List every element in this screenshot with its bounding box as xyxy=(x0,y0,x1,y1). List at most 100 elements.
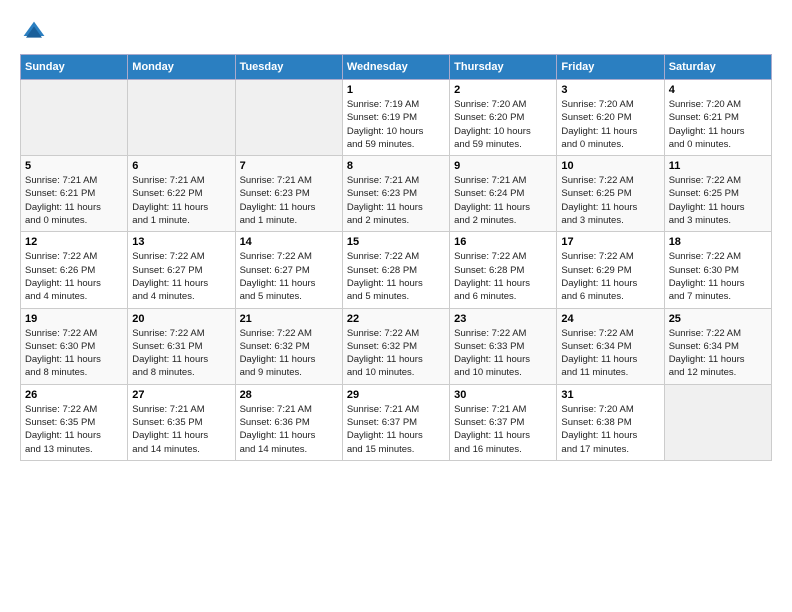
calendar-cell: 24Sunrise: 7:22 AMSunset: 6:34 PMDayligh… xyxy=(557,308,664,384)
day-info: Sunrise: 7:22 AMSunset: 6:32 PMDaylight:… xyxy=(240,327,338,380)
day-number: 4 xyxy=(669,84,767,96)
calendar-cell xyxy=(664,384,771,460)
day-number: 7 xyxy=(240,160,338,172)
calendar-cell: 21 Sunrise: 7:22 AMSunset: 6:32 PMDayligh… xyxy=(235,308,342,384)
day-info: Sunrise: 7:22 AMSunset: 6:29 PMDaylight:… xyxy=(561,250,659,303)
calendar-cell: 28 Sunrise: 7:21 AMSunset: 6:36 PMDayligh… xyxy=(235,384,342,460)
day-header-saturday: Saturday xyxy=(664,55,771,80)
day-info: Sunrise: 7:20 AMSunset: 6:38 PMDaylight:… xyxy=(561,403,659,456)
day-number: 20 xyxy=(132,313,230,325)
calendar-cell: 14 Sunrise: 7:22 AMSunset: 6:27 PMDayligh… xyxy=(235,232,342,308)
day-info: Sunrise: 7:21 AMSunset: 6:22 PMDaylight:… xyxy=(132,174,230,227)
day-info: Sunrise: 7:21 AMSunset: 6:36 PMDaylight:… xyxy=(240,403,338,456)
day-info: Sunrise: 7:20 AMSunset: 6:21 PMDaylight:… xyxy=(669,98,767,151)
day-info: Sunrise: 7:20 AMSunset: 6:20 PMDaylight:… xyxy=(561,98,659,151)
day-info: Sunrise: 7:21 AMSunset: 6:23 PMDaylight:… xyxy=(240,174,338,227)
logo-icon xyxy=(22,20,46,44)
day-header-monday: Monday xyxy=(128,55,235,80)
week-row-5: 26Sunrise: 7:22 AMSunset: 6:35 PMDayligh… xyxy=(21,384,772,460)
calendar-cell: 26Sunrise: 7:22 AMSunset: 6:35 PMDayligh… xyxy=(21,384,128,460)
day-number: 6 xyxy=(132,160,230,172)
day-number: 3 xyxy=(561,84,659,96)
day-number: 18 xyxy=(669,236,767,248)
day-info: Sunrise: 7:22 AMSunset: 6:25 PMDaylight:… xyxy=(669,174,767,227)
calendar-cell: 7 Sunrise: 7:21 AMSunset: 6:23 PMDaylight… xyxy=(235,156,342,232)
calendar-cell: 16Sunrise: 7:22 AMSunset: 6:28 PMDayligh… xyxy=(450,232,557,308)
day-number: 1 xyxy=(347,84,445,96)
day-info: Sunrise: 7:21 AMSunset: 6:23 PMDaylight:… xyxy=(347,174,445,227)
day-header-wednesday: Wednesday xyxy=(342,55,449,80)
day-info: Sunrise: 7:21 AMSunset: 6:37 PMDaylight:… xyxy=(347,403,445,456)
calendar-cell: 22Sunrise: 7:22 AMSunset: 6:32 PMDayligh… xyxy=(342,308,449,384)
day-number: 14 xyxy=(240,236,338,248)
calendar-cell: 4 Sunrise: 7:20 AMSunset: 6:21 PMDaylight… xyxy=(664,80,771,156)
day-info: Sunrise: 7:19 AMSunset: 6:19 PMDaylight:… xyxy=(347,98,445,151)
day-number: 19 xyxy=(25,313,123,325)
calendar-cell: 3 Sunrise: 7:20 AMSunset: 6:20 PMDaylight… xyxy=(557,80,664,156)
day-header-thursday: Thursday xyxy=(450,55,557,80)
calendar-cell: 30 Sunrise: 7:21 AMSunset: 6:37 PMDayligh… xyxy=(450,384,557,460)
day-info: Sunrise: 7:22 AMSunset: 6:33 PMDaylight:… xyxy=(454,327,552,380)
calendar-cell: 8 Sunrise: 7:21 AMSunset: 6:23 PMDaylight… xyxy=(342,156,449,232)
day-info: Sunrise: 7:22 AMSunset: 6:27 PMDaylight:… xyxy=(132,250,230,303)
logo xyxy=(20,20,48,44)
calendar-cell: 10Sunrise: 7:22 AMSunset: 6:25 PMDayligh… xyxy=(557,156,664,232)
day-info: Sunrise: 7:22 AMSunset: 6:28 PMDaylight:… xyxy=(347,250,445,303)
page-header xyxy=(20,20,772,44)
day-info: Sunrise: 7:22 AMSunset: 6:27 PMDaylight:… xyxy=(240,250,338,303)
day-number: 9 xyxy=(454,160,552,172)
day-info: Sunrise: 7:22 AMSunset: 6:26 PMDaylight:… xyxy=(25,250,123,303)
calendar-cell xyxy=(235,80,342,156)
calendar-cell xyxy=(128,80,235,156)
day-number: 5 xyxy=(25,160,123,172)
calendar-cell: 31 Sunrise: 7:20 AMSunset: 6:38 PMDayligh… xyxy=(557,384,664,460)
day-number: 13 xyxy=(132,236,230,248)
day-number: 2 xyxy=(454,84,552,96)
week-row-4: 19Sunrise: 7:22 AMSunset: 6:30 PMDayligh… xyxy=(21,308,772,384)
calendar-cell: 13 Sunrise: 7:22 AMSunset: 6:27 PMDayligh… xyxy=(128,232,235,308)
day-number: 31 xyxy=(561,389,659,401)
week-row-2: 5 Sunrise: 7:21 AMSunset: 6:21 PMDaylight… xyxy=(21,156,772,232)
calendar-cell: 15Sunrise: 7:22 AMSunset: 6:28 PMDayligh… xyxy=(342,232,449,308)
day-info: Sunrise: 7:21 AMSunset: 6:37 PMDaylight:… xyxy=(454,403,552,456)
calendar-cell xyxy=(21,80,128,156)
calendar-cell: 12 Sunrise: 7:22 AMSunset: 6:26 PMDayligh… xyxy=(21,232,128,308)
day-info: Sunrise: 7:22 AMSunset: 6:34 PMDaylight:… xyxy=(561,327,659,380)
day-number: 30 xyxy=(454,389,552,401)
calendar-cell: 23Sunrise: 7:22 AMSunset: 6:33 PMDayligh… xyxy=(450,308,557,384)
day-info: Sunrise: 7:21 AMSunset: 6:35 PMDaylight:… xyxy=(132,403,230,456)
calendar-cell: 5 Sunrise: 7:21 AMSunset: 6:21 PMDaylight… xyxy=(21,156,128,232)
week-row-3: 12 Sunrise: 7:22 AMSunset: 6:26 PMDayligh… xyxy=(21,232,772,308)
day-number: 11 xyxy=(669,160,767,172)
day-header-sunday: Sunday xyxy=(21,55,128,80)
calendar-cell: 27 Sunrise: 7:21 AMSunset: 6:35 PMDayligh… xyxy=(128,384,235,460)
day-info: Sunrise: 7:22 AMSunset: 6:32 PMDaylight:… xyxy=(347,327,445,380)
week-row-1: 1 Sunrise: 7:19 AMSunset: 6:19 PMDaylight… xyxy=(21,80,772,156)
day-number: 28 xyxy=(240,389,338,401)
calendar-cell: 1 Sunrise: 7:19 AMSunset: 6:19 PMDaylight… xyxy=(342,80,449,156)
day-info: Sunrise: 7:22 AMSunset: 6:25 PMDaylight:… xyxy=(561,174,659,227)
calendar-cell: 6 Sunrise: 7:21 AMSunset: 6:22 PMDaylight… xyxy=(128,156,235,232)
day-header-tuesday: Tuesday xyxy=(235,55,342,80)
day-number: 16 xyxy=(454,236,552,248)
calendar-cell: 25 Sunrise: 7:22 AMSunset: 6:34 PMDayligh… xyxy=(664,308,771,384)
calendar-cell: 29Sunrise: 7:21 AMSunset: 6:37 PMDayligh… xyxy=(342,384,449,460)
day-number: 17 xyxy=(561,236,659,248)
day-info: Sunrise: 7:21 AMSunset: 6:21 PMDaylight:… xyxy=(25,174,123,227)
day-info: Sunrise: 7:22 AMSunset: 6:34 PMDaylight:… xyxy=(669,327,767,380)
calendar-table: SundayMondayTuesdayWednesdayThursdayFrid… xyxy=(20,54,772,461)
calendar-cell: 19Sunrise: 7:22 AMSunset: 6:30 PMDayligh… xyxy=(21,308,128,384)
calendar-cell: 9 Sunrise: 7:21 AMSunset: 6:24 PMDaylight… xyxy=(450,156,557,232)
day-number: 25 xyxy=(669,313,767,325)
day-number: 8 xyxy=(347,160,445,172)
day-info: Sunrise: 7:22 AMSunset: 6:31 PMDaylight:… xyxy=(132,327,230,380)
calendar-cell: 11 Sunrise: 7:22 AMSunset: 6:25 PMDayligh… xyxy=(664,156,771,232)
day-number: 27 xyxy=(132,389,230,401)
calendar-cell: 20 Sunrise: 7:22 AMSunset: 6:31 PMDayligh… xyxy=(128,308,235,384)
day-info: Sunrise: 7:20 AMSunset: 6:20 PMDaylight:… xyxy=(454,98,552,151)
day-info: Sunrise: 7:22 AMSunset: 6:30 PMDaylight:… xyxy=(669,250,767,303)
day-number: 12 xyxy=(25,236,123,248)
day-number: 21 xyxy=(240,313,338,325)
day-info: Sunrise: 7:21 AMSunset: 6:24 PMDaylight:… xyxy=(454,174,552,227)
day-info: Sunrise: 7:22 AMSunset: 6:35 PMDaylight:… xyxy=(25,403,123,456)
